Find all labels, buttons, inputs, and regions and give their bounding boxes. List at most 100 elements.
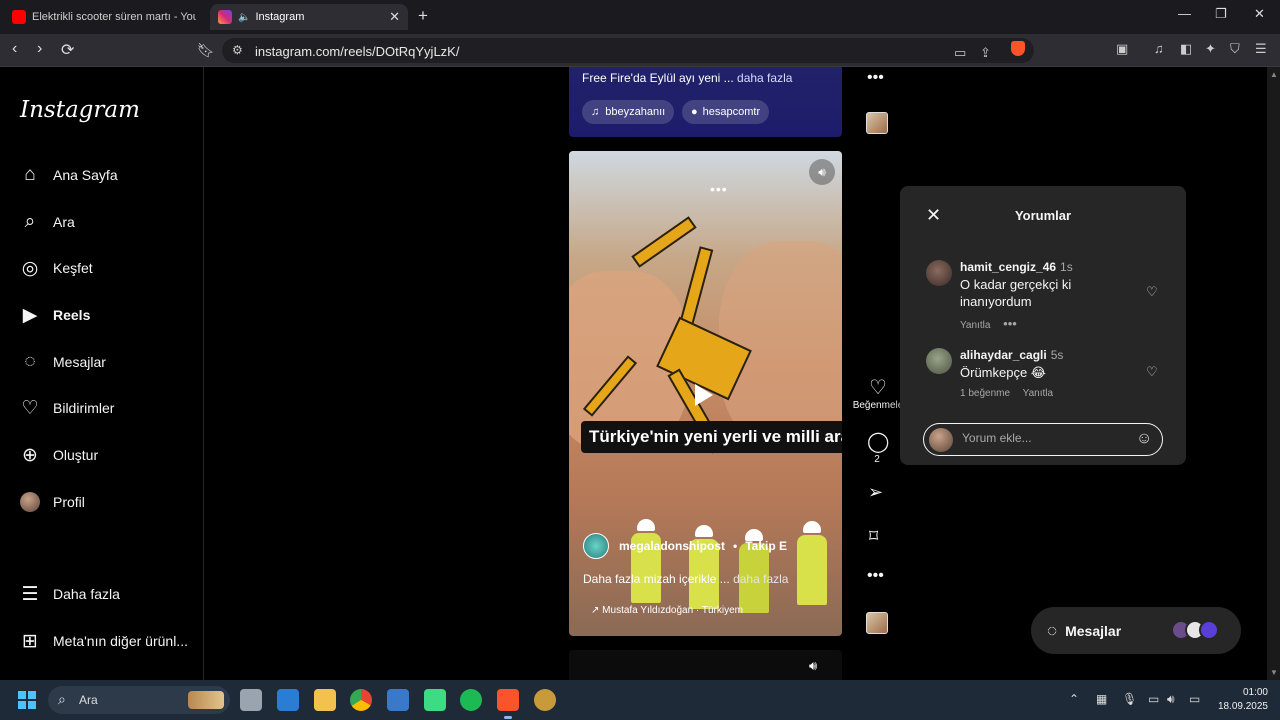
save-icon[interactable]: ⌑ <box>869 526 878 547</box>
chevron-up-icon[interactable]: ⌃ <box>1069 692 1079 706</box>
audio-thumbnail[interactable] <box>866 112 888 134</box>
comment-options-icon[interactable]: ••• <box>1003 316 1017 331</box>
android-studio-icon[interactable] <box>424 689 446 711</box>
sound-on-icon[interactable]: 🔊︎ <box>809 658 817 674</box>
next-reel[interactable]: 🔊︎ <box>569 650 842 680</box>
more-options-icon[interactable]: ••• <box>867 567 884 585</box>
chrome-icon[interactable] <box>350 689 372 711</box>
vpn-icon[interactable]: ⛉ <box>1230 41 1240 57</box>
sidebar-item-notifications[interactable]: ♡ Bildirimler <box>18 393 114 423</box>
new-tab-button[interactable]: + <box>418 6 428 26</box>
back-button[interactable]: ‹ <box>12 40 17 58</box>
network-icon[interactable]: ▭ <box>1148 692 1159 706</box>
avatar[interactable] <box>926 260 952 286</box>
sidebar-item-search[interactable]: ⌕ Ara <box>18 207 75 237</box>
comment-username[interactable]: alihaydar_cagli 5s <box>960 348 1063 362</box>
emoji-icon[interactable]: ☺ <box>1136 430 1152 448</box>
leo-ai-icon[interactable]: ✦ <box>1205 41 1216 57</box>
tagged-user-chip[interactable]: ● hesapcomtr <box>682 100 770 124</box>
brave-shields-icon[interactable] <box>1011 41 1025 56</box>
comment-username[interactable]: hamit_cengiz_46 1s <box>960 260 1073 274</box>
maximize-button[interactable]: ❐ <box>1215 6 1227 22</box>
audio-thumbnail[interactable] <box>866 612 888 634</box>
comment-like-icon[interactable]: ♡ <box>1146 364 1158 380</box>
avatar[interactable] <box>583 533 609 559</box>
taskbar-search[interactable]: ⌕ Ara <box>48 686 230 714</box>
reload-button[interactable]: ⟳ <box>61 40 74 60</box>
site-settings-icon[interactable]: ⚙ <box>232 43 243 57</box>
sidebar-item-home[interactable]: ⌂ Ana Sayfa <box>18 160 118 190</box>
comment-like-icon[interactable]: ♡ <box>1146 284 1158 300</box>
reel-video[interactable]: ••• 🔊︎ Türkiye'nin yeni yerli ve milli a… <box>569 151 842 636</box>
spotify-icon[interactable] <box>460 689 482 711</box>
audio-chip[interactable]: ♫ bbeyzahanıı <box>582 100 675 124</box>
share-icon[interactable]: ⇪ <box>980 45 991 61</box>
like-label: Beğenmele <box>852 400 904 411</box>
volume-icon[interactable]: 🔊︎ <box>1167 692 1175 707</box>
more-link[interactable]: daha fazla <box>733 572 788 586</box>
reply-link[interactable]: Yanıtla <box>960 320 990 331</box>
photos-icon[interactable] <box>387 689 409 711</box>
sidebar-item-reels[interactable]: ▶ Reels <box>18 300 91 330</box>
tab-youtube[interactable]: Elektrikli scooter süren martı - YouTube <box>4 4 204 30</box>
previous-reel[interactable]: Free Fire'da Eylül ayı yeni ... daha faz… <box>569 67 842 137</box>
author-username[interactable]: megaladonshipost <box>619 539 725 553</box>
likes-count[interactable]: 1 beğenme <box>960 388 1010 399</box>
cast-icon[interactable]: ▭ <box>954 45 966 61</box>
sidebar-item-more[interactable]: ☰ Daha fazla <box>18 579 119 609</box>
scroll-down-arrow[interactable]: ▼ <box>1270 668 1278 677</box>
file-explorer-icon[interactable] <box>314 689 336 711</box>
menu-icon[interactable]: ☰ <box>1255 41 1267 57</box>
comment-input[interactable] <box>962 431 1132 445</box>
close-window-button[interactable]: ✕ <box>1254 6 1265 22</box>
comment-button[interactable]: ◯ 2 <box>867 429 890 465</box>
sidebar-item-create[interactable]: ⊕ Oluştur <box>18 440 98 470</box>
system-clock[interactable]: 01:00 18.09.2025 <box>1208 686 1268 714</box>
reply-link[interactable]: Yanıtla <box>1023 388 1053 399</box>
page-scrollbar[interactable] <box>1267 67 1280 680</box>
follow-button[interactable]: Takip E <box>745 539 787 553</box>
minimize-button[interactable]: — <box>1178 6 1191 21</box>
battery-icon[interactable]: ▭ <box>1189 692 1200 706</box>
store-icon[interactable] <box>277 689 299 711</box>
scroll-up-arrow[interactable]: ▲ <box>1270 70 1278 79</box>
play-icon[interactable] <box>695 384 713 406</box>
avatar[interactable] <box>926 348 952 374</box>
sidebar-item-label: Ana Sayfa <box>53 167 118 183</box>
reader-icon[interactable]: ▣ <box>1116 41 1128 57</box>
bookmark-icon[interactable]: 🔖︎ <box>197 42 215 59</box>
sidebar-item-label: Keşfet <box>53 260 93 276</box>
like-button[interactable]: ♡ Beğenmele <box>850 375 906 411</box>
sidebar-item-meta[interactable]: ⊞ Meta'nın diğer ürünl... <box>18 626 188 656</box>
instagram-logo[interactable]: Instagram <box>20 97 140 123</box>
avatar <box>1199 620 1219 640</box>
sidebar-item-messages[interactable]: ◌ Mesajlar <box>18 347 106 377</box>
brave-icon[interactable] <box>497 689 519 719</box>
sidebar-item-explore[interactable]: ◎ Keşfet <box>18 253 93 283</box>
forward-button[interactable]: › <box>37 40 42 58</box>
instagram-icon <box>218 10 232 24</box>
share-icon[interactable]: ➢ <box>868 482 883 503</box>
more-options-icon[interactable]: ••• <box>867 69 884 87</box>
windows-start-icon[interactable] <box>18 691 36 709</box>
app-tray-icon[interactable]: ▦ <box>1096 692 1107 706</box>
comment-item: alihaydar_cagli 5s Örümkepçe 😂 1 beğenme … <box>926 348 1162 408</box>
messages-button[interactable]: ◌ Mesajlar <box>1031 607 1241 654</box>
worker-figure <box>797 521 827 605</box>
arrow-icon: ↗ <box>591 605 603 616</box>
sound-on-icon[interactable]: 🔊︎ <box>809 159 835 185</box>
sidebar-item-profile[interactable]: Profil <box>18 487 85 517</box>
close-tab-icon[interactable]: ✕ <box>389 9 400 25</box>
more-link[interactable]: daha fazla <box>737 71 792 85</box>
microphone-icon[interactable]: 🎙︎ <box>1122 692 1137 706</box>
reel-audio[interactable]: ↗ Mustafa Yıldızdoğan · Türkiyem <box>591 605 743 616</box>
league-icon[interactable] <box>534 689 556 711</box>
music-icon[interactable]: ♫ <box>1154 41 1164 56</box>
tab-instagram[interactable]: 🔈 Instagram ✕ <box>210 4 408 30</box>
url-bar[interactable]: ⚙ instagram.com/reels/DOtRqYyjLzK/ ▭ ⇪ <box>222 38 1034 63</box>
sidebar-icon[interactable]: ◧ <box>1180 41 1192 57</box>
reels-icon: ▶ <box>22 304 38 326</box>
heart-icon: ♡ <box>21 397 39 419</box>
task-view-icon[interactable] <box>240 689 262 711</box>
comment-icon: ◯ <box>867 431 890 453</box>
